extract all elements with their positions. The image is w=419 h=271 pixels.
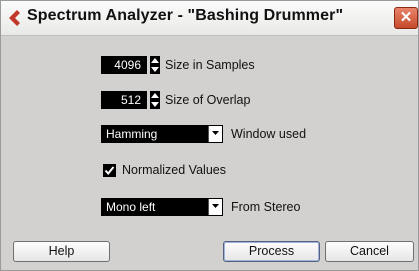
spin-up-down-icon [150,56,160,74]
from-stereo-value: Mono left [106,200,156,214]
process-button[interactable]: Process [223,241,320,262]
spectrum-analyzer-dialog: Spectrum Analyzer - "Bashing Drummer" ✕ … [0,0,419,271]
chevron-down-icon [212,131,219,135]
app-arrow-icon [7,9,23,27]
from-stereo-dropdown-button[interactable] [208,199,222,215]
window-title: Spectrum Analyzer - "Bashing Drummer" [27,7,344,24]
window-used-select[interactable]: Hamming [101,125,223,143]
checkmark-icon [104,166,115,176]
close-icon: ✕ [399,9,413,26]
normalized-values-label: Normalized Values [122,163,226,177]
size-in-samples-label: Size in Samples [165,58,255,72]
close-button[interactable]: ✕ [394,7,418,29]
spin-up-down-icon [150,91,160,109]
from-stereo-label: From Stereo [231,200,301,214]
size-in-samples-field[interactable]: 4096 [101,56,147,74]
size-of-overlap-label: Size of Overlap [165,93,251,107]
from-stereo-select[interactable]: Mono left [101,198,223,216]
help-button[interactable]: Help [13,241,110,262]
title-bar[interactable]: Spectrum Analyzer - "Bashing Drummer" ✕ [1,1,418,36]
window-used-dropdown-button[interactable] [208,126,222,142]
size-of-overlap-field[interactable]: 512 [101,91,147,109]
window-used-value: Hamming [106,127,158,141]
size-in-samples-spinner[interactable] [150,56,160,74]
chevron-down-icon [212,204,219,208]
window-used-label: Window used [231,127,307,141]
normalized-values-checkbox[interactable] [103,164,116,177]
size-of-overlap-spinner[interactable] [150,91,160,109]
cancel-button[interactable]: Cancel [325,241,414,262]
